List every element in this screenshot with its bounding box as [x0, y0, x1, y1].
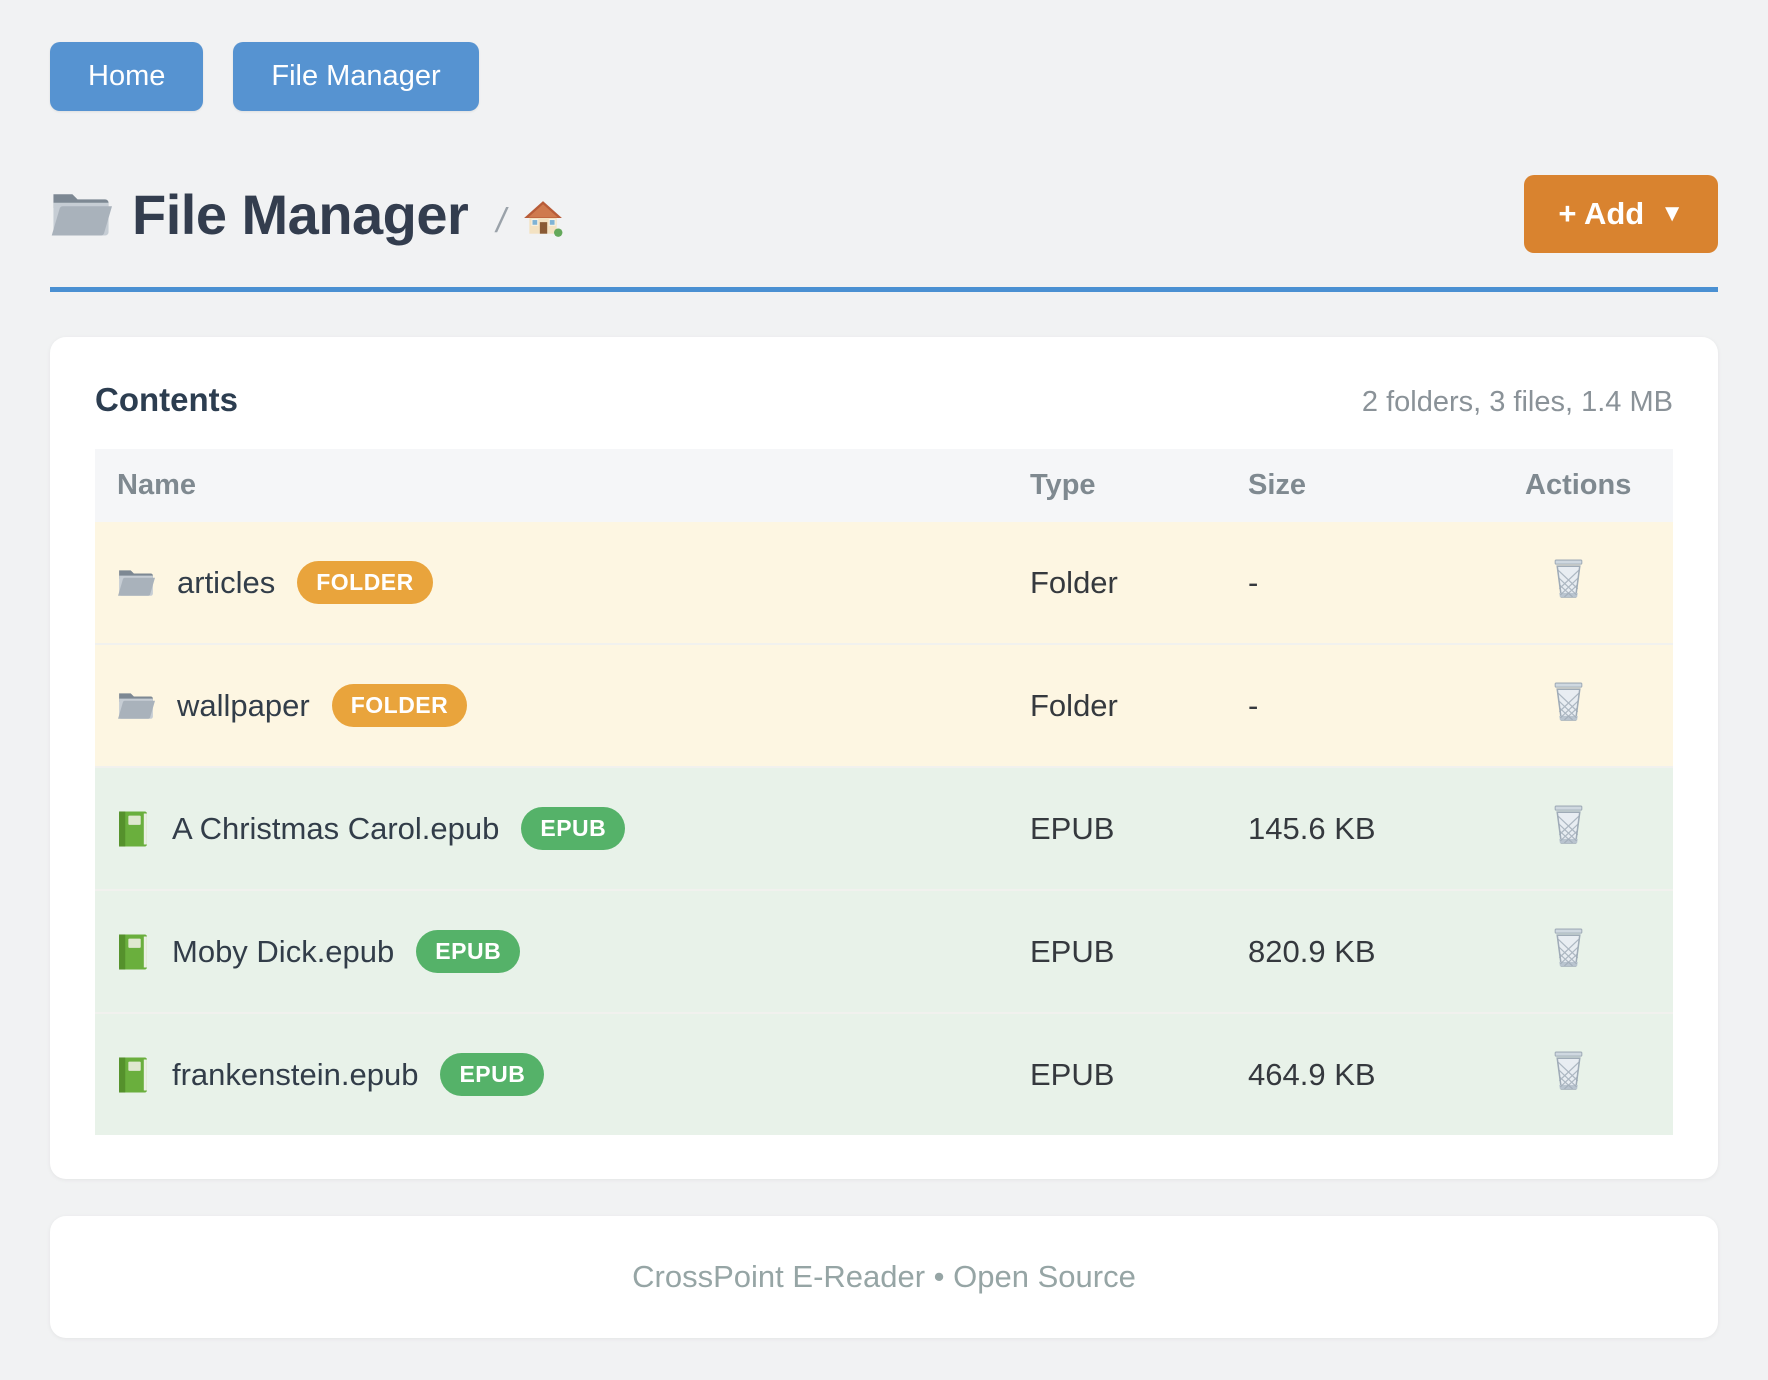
size-cell: - [1226, 522, 1503, 644]
book-icon [117, 810, 150, 848]
type-badge: EPUB [440, 1053, 544, 1096]
delete-button[interactable] [1551, 681, 1586, 725]
delete-button[interactable] [1551, 1050, 1586, 1094]
footer: CrossPoint E-Reader • Open Source [50, 1216, 1718, 1338]
column-header-name: Name [95, 449, 1008, 522]
type-cell: EPUB [1008, 767, 1226, 890]
chevron-down-icon: ▼ [1660, 200, 1684, 228]
folder-icon [117, 566, 155, 599]
size-cell: 820.9 KB [1226, 890, 1503, 1013]
type-cell: Folder [1008, 644, 1226, 767]
add-button[interactable]: + Add ▼ [1524, 175, 1718, 253]
trash-icon [1551, 681, 1586, 725]
column-header-type: Type [1008, 449, 1226, 522]
size-cell: - [1226, 644, 1503, 767]
table-header-row: Name Type Size Actions [95, 449, 1673, 522]
folder-icon [50, 187, 112, 241]
file-name[interactable]: wallpaper [177, 688, 310, 724]
book-icon [117, 933, 150, 971]
nav-file-manager-button[interactable]: File Manager [233, 42, 478, 111]
book-icon [117, 1056, 150, 1094]
page-header: File Manager / + Add ▼ [50, 175, 1718, 253]
delete-button[interactable] [1551, 558, 1586, 602]
house-icon[interactable] [522, 198, 564, 240]
header-divider [50, 287, 1718, 292]
delete-button[interactable] [1551, 927, 1586, 971]
breadcrumb-separator: / [496, 202, 505, 241]
table-row: wallpaper FOLDER Folder - [95, 644, 1673, 767]
column-header-size: Size [1226, 449, 1503, 522]
contents-heading: Contents [95, 381, 238, 419]
contents-table-body: articles FOLDER Folder - wallpaper FOLDE… [95, 522, 1673, 1135]
footer-text: CrossPoint E-Reader • Open Source [632, 1259, 1136, 1294]
table-row: A Christmas Carol.epub EPUB EPUB 145.6 K… [95, 767, 1673, 890]
nav-home-button[interactable]: Home [50, 42, 203, 111]
top-nav: Home File Manager [50, 42, 1718, 111]
contents-summary: 2 folders, 3 files, 1.4 MB [1362, 386, 1673, 419]
trash-icon [1551, 804, 1586, 848]
trash-icon [1551, 558, 1586, 602]
table-row: Moby Dick.epub EPUB EPUB 820.9 KB [95, 890, 1673, 1013]
files-table: Name Type Size Actions articles FOLDER F… [95, 449, 1673, 1135]
trash-icon [1551, 1050, 1586, 1094]
contents-card-header: Contents 2 folders, 3 files, 1.4 MB [95, 381, 1673, 419]
file-name[interactable]: articles [177, 565, 275, 601]
page: Home File Manager File Manager / [0, 0, 1768, 1338]
type-cell: EPUB [1008, 890, 1226, 1013]
type-badge: FOLDER [297, 561, 433, 604]
page-title: File Manager [132, 182, 468, 247]
type-cell: EPUB [1008, 1013, 1226, 1135]
add-button-label: + Add [1558, 196, 1644, 232]
table-row: articles FOLDER Folder - [95, 522, 1673, 644]
file-name[interactable]: A Christmas Carol.epub [172, 811, 499, 847]
size-cell: 145.6 KB [1226, 767, 1503, 890]
table-row: frankenstein.epub EPUB EPUB 464.9 KB [95, 1013, 1673, 1135]
type-badge: EPUB [521, 807, 625, 850]
title-group: File Manager / [50, 182, 564, 247]
trash-icon [1551, 927, 1586, 971]
delete-button[interactable] [1551, 804, 1586, 848]
file-name[interactable]: Moby Dick.epub [172, 934, 394, 970]
contents-card: Contents 2 folders, 3 files, 1.4 MB Name… [50, 337, 1718, 1179]
type-badge: FOLDER [332, 684, 468, 727]
type-cell: Folder [1008, 522, 1226, 644]
column-header-actions: Actions [1503, 449, 1673, 522]
folder-icon [117, 689, 155, 722]
file-name[interactable]: frankenstein.epub [172, 1057, 418, 1093]
type-badge: EPUB [416, 930, 520, 973]
size-cell: 464.9 KB [1226, 1013, 1503, 1135]
